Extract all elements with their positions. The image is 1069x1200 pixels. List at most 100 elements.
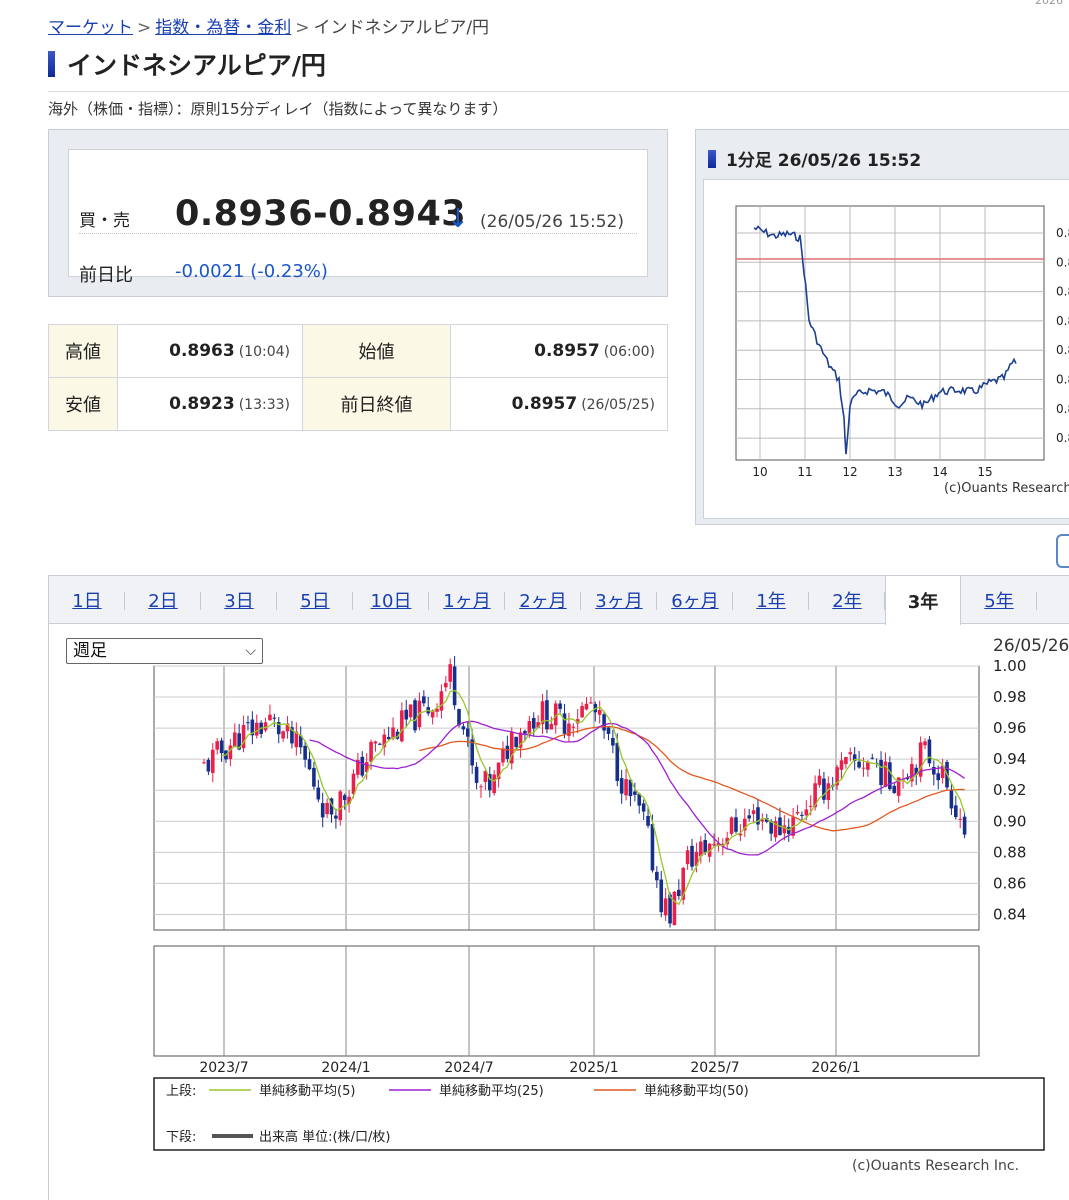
candle-body bbox=[325, 802, 329, 815]
candle-body bbox=[562, 713, 567, 734]
candle-body bbox=[400, 710, 404, 742]
intraday-panel: 1分足 26/05/26 15:52 10 11 12 13 14 15 0.8 0.8 0.8… bbox=[695, 129, 1069, 525]
intraday-y-tick: 0.8 bbox=[1056, 431, 1069, 445]
candle-body bbox=[514, 736, 518, 748]
tab-8[interactable]: 3ヶ月 bbox=[581, 576, 657, 624]
tab-13[interactable]: 5年 bbox=[961, 576, 1037, 624]
candle-body bbox=[954, 805, 958, 818]
candle-body bbox=[465, 728, 470, 737]
candle-body bbox=[606, 727, 611, 734]
legend-lower-label: 下段: bbox=[166, 1130, 196, 1145]
tab-12[interactable]: 3年 bbox=[885, 576, 961, 625]
low-time: (13:33) bbox=[238, 397, 290, 413]
intraday-accent-bar bbox=[708, 149, 716, 168]
candle-body bbox=[839, 760, 844, 770]
candle-body bbox=[650, 824, 655, 871]
candle-body bbox=[202, 762, 206, 764]
historical-chart-panel: 1日2日3日5日10日1ヶ月2ヶ月3ヶ月6ヶ月1年2年3年5年1 週足 ⌵ 26… bbox=[48, 575, 1069, 1200]
candle-body bbox=[320, 803, 325, 818]
candle-body bbox=[747, 815, 751, 819]
tab-6[interactable]: 1ヶ月 bbox=[429, 576, 505, 624]
side-scroll-button[interactable] bbox=[1056, 534, 1069, 568]
tab-2[interactable]: 2日 bbox=[125, 576, 201, 624]
candle-body bbox=[246, 722, 250, 724]
price-timestamp: (26/05/26 15:52) bbox=[480, 212, 625, 232]
candle-body bbox=[848, 752, 853, 755]
candle-body bbox=[602, 714, 606, 731]
x-axis-tick: 2025/1 bbox=[569, 1060, 618, 1076]
candle-body bbox=[342, 795, 347, 800]
candle-body bbox=[685, 850, 690, 865]
tab-5[interactable]: 10日 bbox=[353, 576, 429, 624]
candle-body bbox=[378, 743, 382, 745]
intraday-y-tick: 0.8 bbox=[1056, 255, 1069, 269]
tab-4[interactable]: 5日 bbox=[277, 576, 353, 624]
candle-body bbox=[804, 809, 809, 816]
candle-body bbox=[448, 664, 453, 682]
price-plot-frame bbox=[153, 665, 980, 931]
candle-body bbox=[505, 745, 510, 759]
candle-body bbox=[232, 732, 237, 747]
title-accent-bar bbox=[48, 51, 55, 77]
intraday-x-tick: 12 bbox=[842, 465, 857, 479]
tab-14[interactable]: 1 bbox=[1037, 576, 1069, 624]
price-y-tick: 0.88 bbox=[993, 843, 1026, 861]
candle-body bbox=[690, 845, 694, 867]
tab-3[interactable]: 3日 bbox=[201, 576, 277, 624]
candle-body bbox=[439, 691, 444, 711]
candle-body bbox=[268, 714, 272, 721]
x-axis-tick: 2026/1 bbox=[811, 1060, 860, 1076]
price-y-tick: 0.94 bbox=[993, 750, 1026, 768]
title-divider bbox=[48, 91, 1069, 92]
candle-body bbox=[571, 726, 576, 728]
candle-body bbox=[892, 785, 897, 793]
candle-body bbox=[492, 774, 496, 794]
candlestick-chart: 1.00 0.98 0.96 0.94 0.92 0.90 0.88 0.86 0.84 2023… bbox=[153, 655, 1045, 1174]
chart-copyright: (c)Ouants Research Inc. bbox=[852, 1158, 1019, 1174]
x-axis-tick: 2024/1 bbox=[321, 1060, 370, 1076]
candle-body bbox=[457, 709, 461, 726]
change-value: -0.0021 (-0.23%) bbox=[175, 261, 328, 282]
candle-body bbox=[795, 812, 800, 814]
bid-ask-label: 買・売 bbox=[79, 211, 130, 231]
period-tabs: 1日2日3日5日10日1ヶ月2ヶ月3ヶ月6ヶ月1年2年3年5年1 bbox=[49, 576, 1069, 625]
title-row: インドネシアルピア/円 bbox=[48, 46, 326, 82]
breadcrumb-separator: > bbox=[295, 18, 310, 38]
candle-body bbox=[444, 682, 448, 688]
tab-11[interactable]: 2年 bbox=[809, 576, 885, 624]
intraday-y-tick: 0.8 bbox=[1056, 343, 1069, 357]
intraday-copyright: (c)Ouants Research bbox=[944, 481, 1069, 496]
candle-body bbox=[672, 891, 677, 926]
candle-body bbox=[936, 773, 941, 781]
candle-body bbox=[597, 710, 602, 715]
tab-1[interactable]: 1日 bbox=[49, 576, 125, 624]
prev-close-date: (26/05/25) bbox=[581, 397, 655, 413]
price-y-tick: 0.98 bbox=[993, 688, 1026, 706]
x-axis-tick: 2023/7 bbox=[199, 1060, 248, 1076]
intraday-y-tick: 0.8 bbox=[1056, 402, 1069, 416]
breadcrumb-link-index[interactable]: 指数・為替・金利 bbox=[155, 18, 291, 38]
candle-body bbox=[958, 818, 963, 820]
candle-body bbox=[641, 803, 646, 812]
candle-body bbox=[734, 817, 738, 832]
candle-body bbox=[254, 722, 259, 736]
candle-body bbox=[584, 703, 589, 710]
breadcrumb-link-market[interactable]: マーケット bbox=[48, 18, 133, 38]
candle-body bbox=[408, 704, 413, 718]
tab-10[interactable]: 1年 bbox=[733, 576, 809, 624]
intraday-chart: 10 11 12 13 14 15 0.8 0.8 0.8 0.8 0.8 0.8 0.8 0.8 (c)O… bbox=[703, 179, 1069, 519]
candle-body bbox=[219, 740, 224, 754]
candle-body bbox=[624, 779, 628, 796]
intraday-y-tick: 0.8 bbox=[1056, 314, 1069, 328]
candle-body bbox=[312, 767, 316, 787]
candle-body bbox=[501, 748, 505, 763]
open-label: 始値 bbox=[302, 324, 451, 378]
high-time: (10:04) bbox=[238, 344, 290, 360]
tab-7[interactable]: 2ヶ月 bbox=[505, 576, 581, 624]
candle-body bbox=[558, 703, 562, 709]
tab-9[interactable]: 6ヶ月 bbox=[657, 576, 733, 624]
open-time: (06:00) bbox=[603, 344, 655, 360]
legend-upper-label: 上段: bbox=[166, 1084, 196, 1099]
candle-body bbox=[844, 757, 848, 765]
low-label: 安値 bbox=[48, 377, 118, 431]
